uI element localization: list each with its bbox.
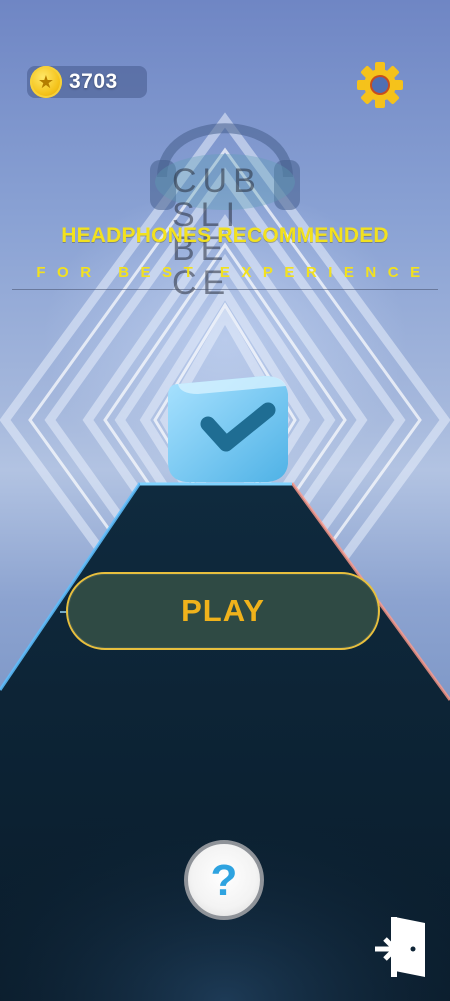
player-cube bbox=[168, 376, 288, 482]
headphones-headline: HEADPHONES RECOMMENDED bbox=[61, 224, 389, 247]
exit-door-icon[interactable] bbox=[373, 915, 429, 979]
play-button[interactable]: PLAY bbox=[66, 572, 380, 650]
coin-counter: ★ 3703 bbox=[27, 66, 147, 98]
star-coin-icon: ★ bbox=[30, 66, 62, 98]
coin-count: 3703 bbox=[69, 70, 118, 93]
best-experience-subline: FOR BEST EXPERIENCE bbox=[36, 264, 432, 281]
question-icon: ? bbox=[210, 856, 238, 905]
gear-icon[interactable] bbox=[356, 61, 404, 109]
divider bbox=[12, 289, 438, 290]
play-label: PLAY bbox=[181, 593, 265, 628]
help-button[interactable]: ? bbox=[184, 840, 264, 920]
